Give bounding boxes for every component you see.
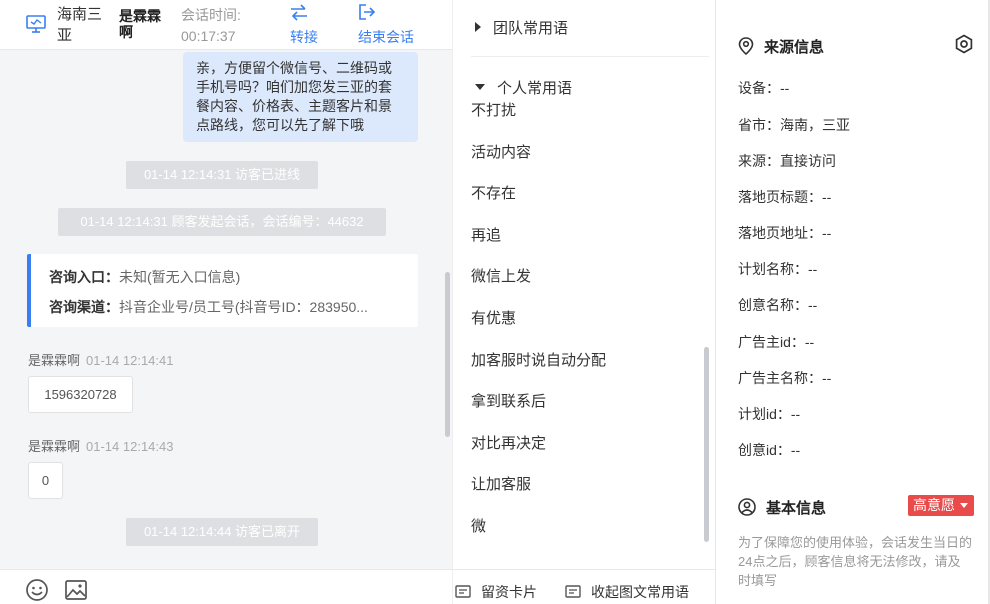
phrase-item[interactable]: 拿到联系后 bbox=[471, 390, 546, 411]
app-root: 海南三亚 是霖霖啊 会话时间: 00:17:37 转接 结束会话 亲，方便留个微… bbox=[0, 0, 990, 604]
phrase-item[interactable]: 对比再决定 bbox=[471, 432, 546, 453]
settings-icon[interactable] bbox=[954, 34, 974, 54]
phrase-item[interactable]: 有优惠 bbox=[471, 307, 516, 328]
info-field-advertiser-name: 广告主名称：-- bbox=[738, 370, 832, 386]
end-session-button[interactable]: 结束会话 bbox=[358, 3, 414, 47]
info-field-landing-title: 落地页标题：-- bbox=[738, 189, 832, 205]
divider bbox=[471, 56, 709, 57]
session-time-label: 会话时间: bbox=[181, 7, 241, 23]
info-field-source: 来源：直接访问 bbox=[738, 153, 836, 169]
team-phrases-label: 团队常用语 bbox=[493, 20, 569, 37]
phrase-item[interactable]: 不存在 bbox=[471, 182, 516, 203]
collapse-phrases-label: 收起图文常用语 bbox=[591, 584, 689, 600]
phrases-scrollbar[interactable] bbox=[704, 347, 709, 542]
caret-down-icon bbox=[475, 84, 485, 91]
message-time: 01-14 12:14:43 bbox=[86, 439, 174, 454]
intent-level-dropdown[interactable]: 高意愿 bbox=[908, 495, 974, 516]
phrases-panel: 团队常用语 个人常用语 不打扰 活动内容 不存在 再追 微信上发 有优惠 加客服… bbox=[452, 0, 716, 604]
personal-phrases-label: 个人常用语 bbox=[497, 80, 573, 97]
message-time: 01-14 12:14:41 bbox=[86, 353, 174, 368]
phrase-item[interactable]: 再追 bbox=[471, 224, 501, 245]
source-info-label: 来源信息 bbox=[764, 39, 825, 56]
info-field-plan-id: 计划id：-- bbox=[738, 406, 801, 422]
message-sender: 是霖霖啊 bbox=[28, 439, 81, 454]
consult-entry-value: 未知(暂无入口信息) bbox=[119, 269, 241, 285]
end-session-label: 结束会话 bbox=[358, 29, 414, 45]
transfer-label: 转接 bbox=[290, 29, 318, 45]
collapse-phrases-button[interactable]: 收起图文常用语 bbox=[565, 582, 689, 602]
info-field-region: 省市：海南，三亚 bbox=[738, 117, 850, 133]
message-meta: 是霖霖啊 01-14 12:14:43 bbox=[28, 436, 173, 455]
lead-card-label: 留资卡片 bbox=[481, 584, 537, 600]
visitor-location: 海南三亚 bbox=[57, 6, 103, 44]
phrases-toolbar: 留资卡片 收起图文常用语 bbox=[453, 569, 716, 604]
basic-info-title: 基本信息 bbox=[738, 497, 826, 518]
emoji-icon[interactable] bbox=[25, 578, 49, 602]
visitor-name: 是霖霖啊 bbox=[119, 8, 161, 40]
visitor-info-panel: 来源信息 设备：-- 省市：海南，三亚 来源：直接访问 落地页标题：-- 落地页… bbox=[715, 0, 990, 604]
info-field-plan-name: 计划名称：-- bbox=[738, 261, 818, 277]
chat-header: 海南三亚 是霖霖啊 会话时间: 00:17:37 转接 结束会话 bbox=[0, 0, 452, 50]
phrase-item[interactable]: 加客服时说自动分配 bbox=[471, 349, 606, 370]
message-sender: 是霖霖啊 bbox=[28, 353, 81, 368]
chat-scrollbar[interactable] bbox=[445, 272, 450, 437]
monitor-icon bbox=[26, 15, 46, 33]
personal-phrases-group[interactable]: 个人常用语 bbox=[475, 77, 572, 98]
source-info-title: 来源信息 bbox=[738, 36, 824, 57]
edit-notice: 为了保障您的使用体验，会话发生当日的24点之后，顾客信息将无法修改，请及时填写 bbox=[738, 535, 973, 588]
location-pin-icon bbox=[738, 37, 754, 56]
message-icon bbox=[565, 585, 581, 598]
lead-card-button[interactable]: 留资卡片 bbox=[455, 582, 537, 602]
phrase-item[interactable]: 让加客服 bbox=[471, 473, 531, 494]
session-time-value: 00:17:37 bbox=[181, 28, 236, 44]
info-field-landing-url: 落地页地址：-- bbox=[738, 225, 832, 241]
info-field-creative-name: 创意名称：-- bbox=[738, 297, 818, 313]
phrase-item[interactable]: 微信上发 bbox=[471, 265, 531, 286]
card-icon bbox=[455, 585, 471, 598]
basic-info-label: 基本信息 bbox=[766, 500, 827, 517]
info-field-device: 设备：-- bbox=[738, 80, 790, 96]
caret-down-icon bbox=[960, 503, 968, 508]
consult-entry-label: 咨询入口： bbox=[49, 269, 119, 285]
chat-panel: 海南三亚 是霖霖啊 会话时间: 00:17:37 转接 结束会话 亲，方便留个微… bbox=[0, 0, 452, 604]
team-phrases-group[interactable]: 团队常用语 bbox=[475, 17, 568, 38]
consult-channel-value: 抖音企业号/员工号(抖音号ID：283950... bbox=[119, 299, 368, 315]
exit-icon bbox=[359, 4, 376, 20]
system-note: 01-14 12:14:31 访客已进线 bbox=[126, 161, 318, 189]
intent-level-value: 高意愿 bbox=[913, 497, 955, 513]
caret-right-icon bbox=[475, 22, 481, 33]
message-meta: 是霖霖啊 01-14 12:14:41 bbox=[28, 350, 173, 369]
user-icon bbox=[738, 498, 756, 516]
agent-message-bubble: 亲，方便留个微信号、二维码或手机号吗？咱们加您发三亚的套餐内容、价格表、主题客片… bbox=[183, 52, 418, 142]
transfer-button[interactable]: 转接 bbox=[290, 3, 318, 47]
info-field-advertiser-id: 广告主id：-- bbox=[738, 334, 815, 350]
consult-entry-row: 咨询入口：未知(暂无入口信息) bbox=[49, 263, 409, 293]
info-field-creative-id: 创意id：-- bbox=[738, 442, 801, 458]
chat-toolbar bbox=[0, 569, 452, 604]
phrase-item[interactable]: 活动内容 bbox=[471, 141, 531, 162]
visitor-message: 0 bbox=[28, 462, 63, 499]
phrase-item[interactable]: 微 bbox=[471, 515, 486, 536]
visitor-message: 1596320728 bbox=[28, 376, 133, 413]
consult-entry-card: 咨询入口：未知(暂无入口信息) 咨询渠道：抖音企业号/员工号(抖音号ID：283… bbox=[27, 254, 418, 327]
consult-channel-label: 咨询渠道： bbox=[49, 299, 119, 315]
system-note: 01-14 12:14:44 访客已离开 bbox=[126, 518, 318, 546]
transfer-icon bbox=[291, 4, 307, 21]
system-note: 01-14 12:14:31 顾客发起会话，会话编号：44632 bbox=[58, 208, 386, 236]
consult-channel-row: 咨询渠道：抖音企业号/员工号(抖音号ID：283950... bbox=[49, 293, 409, 323]
image-icon[interactable] bbox=[64, 578, 88, 602]
phrase-item[interactable]: 不打扰 bbox=[471, 99, 516, 120]
